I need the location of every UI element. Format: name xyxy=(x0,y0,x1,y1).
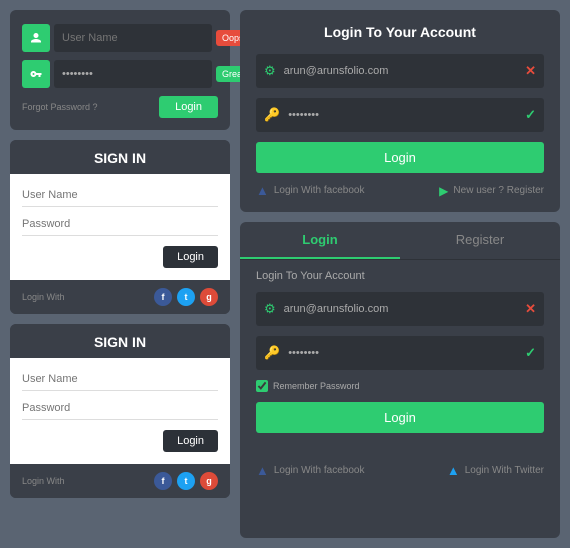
bottom-subtitle: Login To Your Account xyxy=(256,270,544,282)
bottom-twitter-label: Login With Twitter xyxy=(465,465,544,476)
social-icons-2: f t g xyxy=(154,472,218,490)
facebook-login-label: Login With facebook xyxy=(274,185,365,196)
tab-bar: Login Register xyxy=(240,222,560,260)
top-right-card: Login To Your Account ⚙ ✕ 🔑 ✓ Login ▲ Lo… xyxy=(240,10,560,212)
facebook-icon-right: ▲ xyxy=(256,183,269,198)
bottom-email-input[interactable] xyxy=(284,303,525,315)
password-input[interactable] xyxy=(54,60,212,88)
signin-login-btn-1[interactable]: Login xyxy=(163,246,218,268)
username-row: Oops ! xyxy=(22,24,218,52)
password-row: Great xyxy=(22,60,218,88)
error-icon: ✕ xyxy=(525,63,536,79)
signin-body-2: Login xyxy=(10,358,230,464)
google-icon-1[interactable]: g xyxy=(200,288,218,306)
signin-card-2: SIGN IN Login Login With f t g xyxy=(10,324,230,498)
email-input[interactable] xyxy=(284,65,525,77)
bottom-login-btn[interactable]: Login xyxy=(256,402,544,433)
tab-login[interactable]: Login xyxy=(240,222,400,259)
login-with-2: Login With xyxy=(22,476,65,486)
google-icon-2[interactable]: g xyxy=(200,472,218,490)
email-row: ⚙ ✕ xyxy=(256,54,544,88)
register-user-icon: ▶ xyxy=(439,184,448,198)
remember-checkbox[interactable] xyxy=(256,380,268,392)
left-column: Oops ! Great Forgot Password ? Login SIG… xyxy=(10,10,230,538)
username-input[interactable] xyxy=(54,24,212,52)
login-with-1: Login With xyxy=(22,292,65,302)
signin-password-2[interactable] xyxy=(22,397,218,420)
bottom-password-row: 🔑 ✓ xyxy=(256,336,544,370)
twitter-icon-1[interactable]: t xyxy=(177,288,195,306)
bottom-footer: ▲ Login With facebook ▲ Login With Twitt… xyxy=(240,455,560,486)
bottom-facebook-label: Login With facebook xyxy=(274,465,365,476)
signin-body-1: Login xyxy=(10,174,230,280)
right-column: Login To Your Account ⚙ ✕ 🔑 ✓ Login ▲ Lo… xyxy=(240,10,560,538)
key-icon-box xyxy=(22,60,50,88)
forgot-label[interactable]: Forgot Password ? xyxy=(22,102,98,112)
remember-label: Remember Password xyxy=(273,381,360,391)
bottom-card-body: Login To Your Account ⚙ ✕ 🔑 ✓ Remember P… xyxy=(240,260,560,455)
bottom-right-card: Login Register Login To Your Account ⚙ ✕… xyxy=(240,222,560,538)
email-icon: ⚙ xyxy=(264,63,276,79)
signin-title-1: SIGN IN xyxy=(10,140,230,174)
right-top-footer: ▲ Login With facebook ▶ New user ? Regis… xyxy=(256,183,544,198)
bottom-error-icon: ✕ xyxy=(525,301,536,317)
mini-login-card: Oops ! Great Forgot Password ? Login xyxy=(10,10,230,130)
password-row-right: 🔑 ✓ xyxy=(256,98,544,132)
signin-footer-1: Login With f t g xyxy=(10,280,230,314)
login-button-sm[interactable]: Login xyxy=(159,96,218,118)
bottom-twitter-item[interactable]: ▲ Login With Twitter xyxy=(447,463,544,478)
bottom-facebook-icon: ▲ xyxy=(256,463,269,478)
bottom-key-icon: 🔑 xyxy=(264,345,280,361)
bottom-check-icon: ✓ xyxy=(525,345,536,361)
password-input-right[interactable] xyxy=(288,109,525,121)
facebook-icon-2[interactable]: f xyxy=(154,472,172,490)
signin-footer-2: Login With f t g xyxy=(10,464,230,498)
register-label: New user ? Register xyxy=(453,185,544,196)
facebook-icon-1[interactable]: f xyxy=(154,288,172,306)
user-icon xyxy=(30,32,42,44)
signin-username-1[interactable] xyxy=(22,184,218,207)
bottom-twitter-icon: ▲ xyxy=(447,463,460,478)
social-icons-1: f t g xyxy=(154,288,218,306)
facebook-login-item[interactable]: ▲ Login With facebook xyxy=(256,183,365,198)
bottom-email-row: ⚙ ✕ xyxy=(256,292,544,326)
signin-password-1[interactable] xyxy=(22,213,218,236)
register-item[interactable]: ▶ New user ? Register xyxy=(439,184,544,198)
login-btn-right[interactable]: Login xyxy=(256,142,544,173)
bottom-password-input[interactable] xyxy=(288,347,525,359)
signin-username-2[interactable] xyxy=(22,368,218,391)
check-icon: ✓ xyxy=(525,107,536,123)
signin-login-btn-2[interactable]: Login xyxy=(163,430,218,452)
bottom-facebook-item[interactable]: ▲ Login With facebook xyxy=(256,463,365,478)
user-icon-box xyxy=(22,24,50,52)
bottom-email-icon: ⚙ xyxy=(264,301,276,317)
tab-register[interactable]: Register xyxy=(400,222,560,259)
signin-card-1: SIGN IN Login Login With f t g xyxy=(10,140,230,314)
top-right-title: Login To Your Account xyxy=(256,24,544,40)
signin-title-2: SIGN IN xyxy=(10,324,230,358)
twitter-icon-2[interactable]: t xyxy=(177,472,195,490)
remember-row: Remember Password xyxy=(256,380,544,392)
key-icon-right: 🔑 xyxy=(264,107,280,123)
key-icon xyxy=(30,68,42,80)
forgot-row: Forgot Password ? Login xyxy=(22,96,218,118)
